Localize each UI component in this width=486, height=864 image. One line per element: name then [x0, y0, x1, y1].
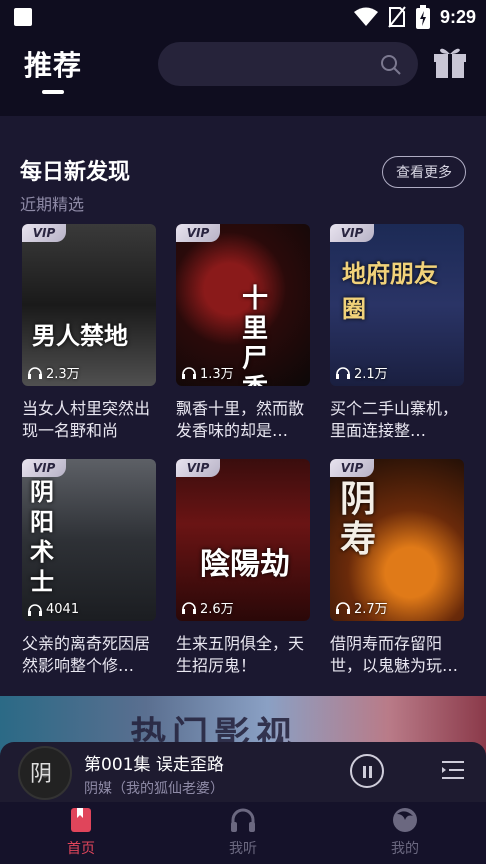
status-bar: 9:29 — [0, 0, 486, 34]
notification-icon — [14, 8, 32, 26]
book-cover: 阴阳术士 VIP 4041 — [22, 459, 156, 621]
book-description: 借阴寿而存留阳世，以鬼魅为玩… — [330, 634, 459, 675]
album-art: 阴 — [18, 746, 72, 800]
headphones-icon — [28, 366, 42, 379]
mini-player[interactable]: 阴 第001集 误走歪路 阴媒（我的狐仙老婆） — [0, 742, 486, 802]
cover-title: 男人禁地 — [32, 321, 128, 350]
play-count: 2.6万 — [182, 598, 234, 617]
book-cover: 陰陽劫 VIP 2.6万 — [176, 459, 310, 621]
vip-badge: VIP — [22, 224, 66, 242]
headphones-icon — [336, 601, 350, 614]
book-description: 飘香十里，然而散发香味的却是… — [176, 399, 305, 440]
headphones-icon — [182, 601, 196, 614]
play-count: 2.1万 — [336, 363, 388, 382]
book-card[interactable]: 阴寿 VIP 2.7万 借阴寿而存留阳世，以鬼魅为玩… — [330, 459, 464, 677]
book-card[interactable]: 阴阳术士 VIP 4041 父亲的离奇死因居然影响整个修… — [22, 459, 156, 677]
nav-home[interactable]: 首页 — [31, 806, 131, 858]
book-description: 买个二手山寨机，里面连接整… — [330, 399, 459, 440]
cover-title: 地府朋友圈 — [342, 259, 438, 323]
book-description: 当女人村里突然出现一名野和尚 — [22, 399, 151, 440]
section-subtitle: 近期精选 — [20, 195, 85, 214]
cover-title: 阴阳术士 — [30, 477, 54, 596]
album-art-text: 阴 — [30, 762, 53, 787]
profile-icon — [393, 808, 417, 832]
book-cover: 地府朋友圈 VIP 2.1万 — [330, 224, 464, 386]
vip-badge: VIP — [330, 224, 374, 242]
clock: 9:29 — [439, 6, 476, 27]
book-icon — [71, 808, 91, 832]
nav-mine[interactable]: 我的 — [355, 806, 455, 858]
see-more-button[interactable]: 查看更多 — [382, 156, 466, 188]
book-description: 生来五阴俱全，天生招厉鬼！ — [176, 634, 305, 675]
nav-listen[interactable]: 我听 — [193, 806, 293, 858]
episode-title: 第001集 误走歪路 — [84, 755, 224, 775]
book-card[interactable]: 地府朋友圈 VIP 2.1万 买个二手山寨机，里面连接整… — [330, 224, 464, 442]
no-sim-icon — [388, 6, 406, 28]
play-count: 4041 — [28, 602, 79, 617]
wifi-icon — [353, 7, 378, 26]
section-title: 每日新发现 — [20, 160, 131, 185]
cover-title: 阴寿 — [340, 478, 377, 560]
vip-badge: VIP — [176, 459, 220, 477]
search-icon — [381, 55, 401, 75]
vip-badge: VIP — [330, 459, 374, 477]
cover-title: 十里尸香 — [242, 284, 269, 386]
book-cover: 男人禁地 VIP 2.3万 — [22, 224, 156, 386]
book-cover: 阴寿 VIP 2.7万 — [330, 459, 464, 621]
book-card[interactable]: 男人禁地 VIP 2.3万 当女人村里突然出现一名野和尚 — [22, 224, 156, 442]
headphones-icon — [231, 808, 255, 832]
book-card[interactable]: 十里尸香 VIP 1.3万 飘香十里，然而散发香味的却是… — [176, 224, 310, 442]
book-description: 父亲的离奇死因居然影响整个修… — [22, 634, 151, 675]
top-bar: 推荐 — [0, 34, 486, 116]
search-input[interactable] — [158, 42, 418, 86]
play-count: 2.7万 — [336, 598, 388, 617]
tab-indicator — [42, 90, 64, 94]
headphones-icon — [28, 603, 42, 616]
album-title: 阴媒（我的狐仙老婆） — [84, 781, 224, 797]
battery-icon — [415, 5, 430, 29]
gift-icon[interactable] — [432, 44, 468, 80]
vip-badge: VIP — [22, 459, 66, 477]
vip-badge: VIP — [176, 224, 220, 242]
playlist-icon[interactable] — [440, 758, 466, 784]
play-count: 1.3万 — [182, 363, 234, 382]
cover-title: 陰陽劫 — [200, 547, 290, 582]
pause-button[interactable] — [350, 754, 384, 788]
book-card[interactable]: 陰陽劫 VIP 2.6万 生来五阴俱全，天生招厉鬼！ — [176, 459, 310, 677]
headphones-icon — [182, 366, 196, 379]
headphones-icon — [336, 366, 350, 379]
main-content: 每日新发现 近期精选 查看更多 男人禁地 VIP 2.3万 当女人村里突然出现一… — [0, 116, 486, 806]
play-count: 2.3万 — [28, 363, 80, 382]
bottom-nav: 首页 我听 我的 — [0, 802, 486, 864]
book-cover: 十里尸香 VIP 1.3万 — [176, 224, 310, 386]
tab-recommend[interactable]: 推荐 — [24, 44, 82, 84]
